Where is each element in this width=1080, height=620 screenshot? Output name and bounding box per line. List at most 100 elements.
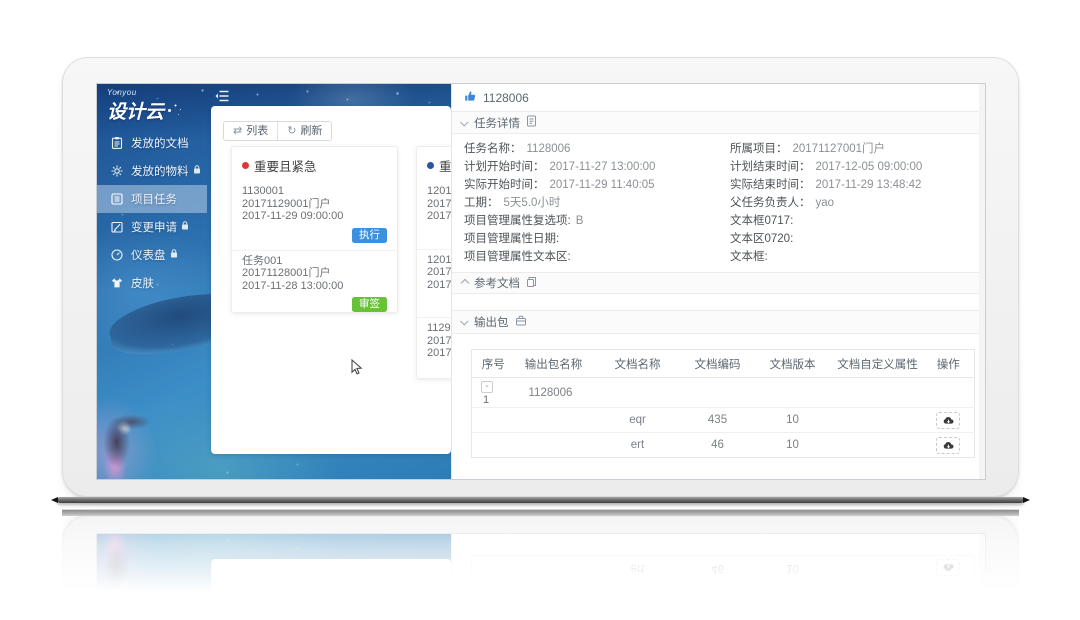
- page: Yonyou 设计云 发放的文档 发放的物料 项目任务: [0, 0, 1080, 620]
- device-reflection: Yonyou 设计云 发放的文档 发放的物料 项目任务: [62, 509, 1019, 601]
- gear-icon: [110, 164, 124, 178]
- file-copy-icon: [526, 276, 537, 291]
- sidebar-item-label: 项目任务: [131, 191, 177, 207]
- shirt-icon: [110, 276, 124, 290]
- edit-icon: [110, 220, 124, 234]
- field-row: 任务名称：1128006: [464, 140, 722, 158]
- fold-menu-icon[interactable]: [215, 89, 229, 101]
- chevron-down-icon: [460, 118, 468, 126]
- row-seq: 1: [481, 394, 515, 406]
- col-package-name: 输出包名称: [515, 350, 593, 378]
- output-package-table: 序号 输出包名称 文档名称 文档编码 文档版本 文档自定义属性 操作 -1 11: [471, 349, 975, 458]
- switch-view-icon: ⇄: [233, 122, 242, 140]
- download-button[interactable]: [936, 412, 960, 429]
- task-board-panel: ⇄ 列表 ↻ 刷新 重要且紧急 1130: [211, 106, 451, 454]
- screen: Yonyou 设计云 发放的文档 发放的物料 项目任务: [96, 83, 986, 480]
- table-header-row: 序号 输出包名称 文档名称 文档编码 文档版本 文档自定义属性 操作: [472, 350, 975, 378]
- field-row: 计划结束时间：2017-12-05 09:00:00: [730, 158, 986, 176]
- refresh-icon: ↻: [287, 122, 296, 140]
- list-view-button[interactable]: ⇄ 列表: [224, 122, 277, 140]
- detail-fields-right: 所属项目：20171127001门户 计划结束时间：2017-12-05 09:…: [730, 140, 986, 266]
- execute-button[interactable]: 执行: [352, 228, 387, 243]
- field-row: 项目管理属性日期:: [464, 230, 722, 248]
- briefcase-icon: [515, 315, 527, 329]
- col-seq: 序号: [472, 350, 515, 378]
- section-reference-docs[interactable]: 参考文档: [452, 272, 986, 294]
- sidebar-item-change-request[interactable]: 变更申请: [97, 213, 207, 241]
- logo-dots-decoration: [168, 109, 171, 112]
- table-row: -1 1128006: [472, 378, 975, 408]
- sidebar-item-project-tasks[interactable]: 项目任务: [97, 185, 207, 213]
- package-name-cell: 1128006: [515, 378, 593, 408]
- col-actions: 操作: [923, 350, 975, 378]
- doc-code-cell: 46: [683, 433, 753, 458]
- scrollbar-track[interactable]: [979, 84, 986, 480]
- kanban-columns: 重要且紧急 1130001 20171129001门户 2017-11-29 0…: [211, 146, 451, 454]
- brand-logo: Yonyou 设计云: [107, 88, 171, 124]
- thumb-up-icon: [464, 90, 477, 106]
- detail-header: 1128006: [452, 84, 986, 112]
- sidebar-item-label: 发放的文档: [131, 135, 189, 151]
- table-row: ert 46 10: [472, 433, 975, 458]
- kanban-column-urgent: 重要且紧急 1130001 20171129001门户 2017-11-29 0…: [231, 146, 398, 313]
- mouse-cursor: [351, 359, 363, 376]
- field-row: 项目管理属性复选项:B: [464, 212, 722, 230]
- sidebar-item-label: 皮肤: [131, 275, 154, 291]
- table-row: eqr 435 10: [472, 408, 975, 433]
- lock-icon: [193, 165, 201, 177]
- field-row: 文本框:: [730, 248, 986, 266]
- lock-icon: [181, 221, 189, 233]
- field-row: 实际开始时间：2017-11-29 11:40:05: [464, 176, 722, 194]
- dashboard-icon: [110, 248, 124, 262]
- sidebar-item-skin[interactable]: 皮肤: [97, 269, 207, 297]
- task-detail-panel: 1128006 任务详情 任务名称：1128006 计划开始时间：2017-11…: [451, 84, 986, 480]
- important-dot-icon: [427, 162, 434, 169]
- brand-name: 设计云: [107, 97, 171, 124]
- field-row: 父任务负责人：yao: [730, 194, 986, 212]
- field-row: 工期：5天5.0小时: [464, 194, 722, 212]
- column-title: 重要且紧急: [232, 147, 397, 181]
- doc-version-cell: 10: [753, 433, 833, 458]
- sidebar-nav: 发放的文档 发放的物料 项目任务 变更申请: [97, 129, 207, 297]
- col-doc-version: 文档版本: [753, 350, 833, 378]
- sidebar-item-label: 变更申请: [131, 219, 177, 235]
- device-edge: [57, 497, 1024, 503]
- field-row: 计划开始时间：2017-11-27 13:00:00: [464, 158, 722, 176]
- field-row: 实际结束时间：2017-11-29 13:48:42: [730, 176, 986, 194]
- lock-icon: [170, 249, 178, 261]
- collapse-row-toggle[interactable]: -: [481, 381, 493, 393]
- chevron-down-icon: [460, 317, 468, 325]
- detail-title: 1128006: [483, 91, 529, 105]
- task-card[interactable]: 1130001 20171129001门户 2017-11-29 09:00:0…: [232, 181, 397, 250]
- col-doc-name: 文档名称: [593, 350, 683, 378]
- sidebar-item-dashboard[interactable]: 仪表盘: [97, 241, 207, 269]
- field-row: 文本区0720:: [730, 230, 986, 248]
- urgent-dot-icon: [242, 162, 249, 169]
- doc-name-cell: eqr: [593, 408, 683, 433]
- download-button[interactable]: [936, 437, 960, 454]
- clipboard-icon: [110, 136, 124, 150]
- sidebar-item-issued-materials[interactable]: 发放的物料: [97, 157, 207, 185]
- chevron-right-icon: [461, 279, 469, 287]
- col-doc-code: 文档编码: [683, 350, 753, 378]
- board-toolbar: ⇄ 列表 ↻ 刷新: [223, 121, 332, 141]
- review-sign-button[interactable]: 审签: [352, 297, 387, 312]
- detail-fields-left: 任务名称：1128006 计划开始时间：2017-11-27 13:00:00 …: [464, 140, 722, 266]
- doc-version-cell: 10: [753, 408, 833, 433]
- refresh-button[interactable]: ↻ 刷新: [277, 122, 331, 140]
- sidebar-item-label: 仪表盘: [131, 247, 166, 263]
- sidebar-item-label: 发放的物料: [131, 163, 189, 179]
- task-list-icon: [110, 192, 124, 206]
- task-card[interactable]: 任务001 20171128001门户 2017-11-28 13:00:00 …: [232, 250, 397, 320]
- field-row: 所属项目：20171127001门户: [730, 140, 986, 158]
- brand-yonyou: Yonyou: [107, 88, 171, 97]
- col-doc-custom-attr: 文档自定义属性: [833, 350, 923, 378]
- device: Yonyou 设计云 发放的文档 发放的物料 项目任务: [62, 57, 1019, 504]
- section-task-details[interactable]: 任务详情: [452, 112, 986, 134]
- sidebar-item-issued-docs[interactable]: 发放的文档: [97, 129, 207, 157]
- field-row: 项目管理属性文本区:: [464, 248, 722, 266]
- reflection-fade: [62, 509, 1019, 601]
- section-output-package[interactable]: 输出包: [452, 310, 986, 334]
- doc-name-cell: ert: [593, 433, 683, 458]
- document-icon: [526, 115, 537, 130]
